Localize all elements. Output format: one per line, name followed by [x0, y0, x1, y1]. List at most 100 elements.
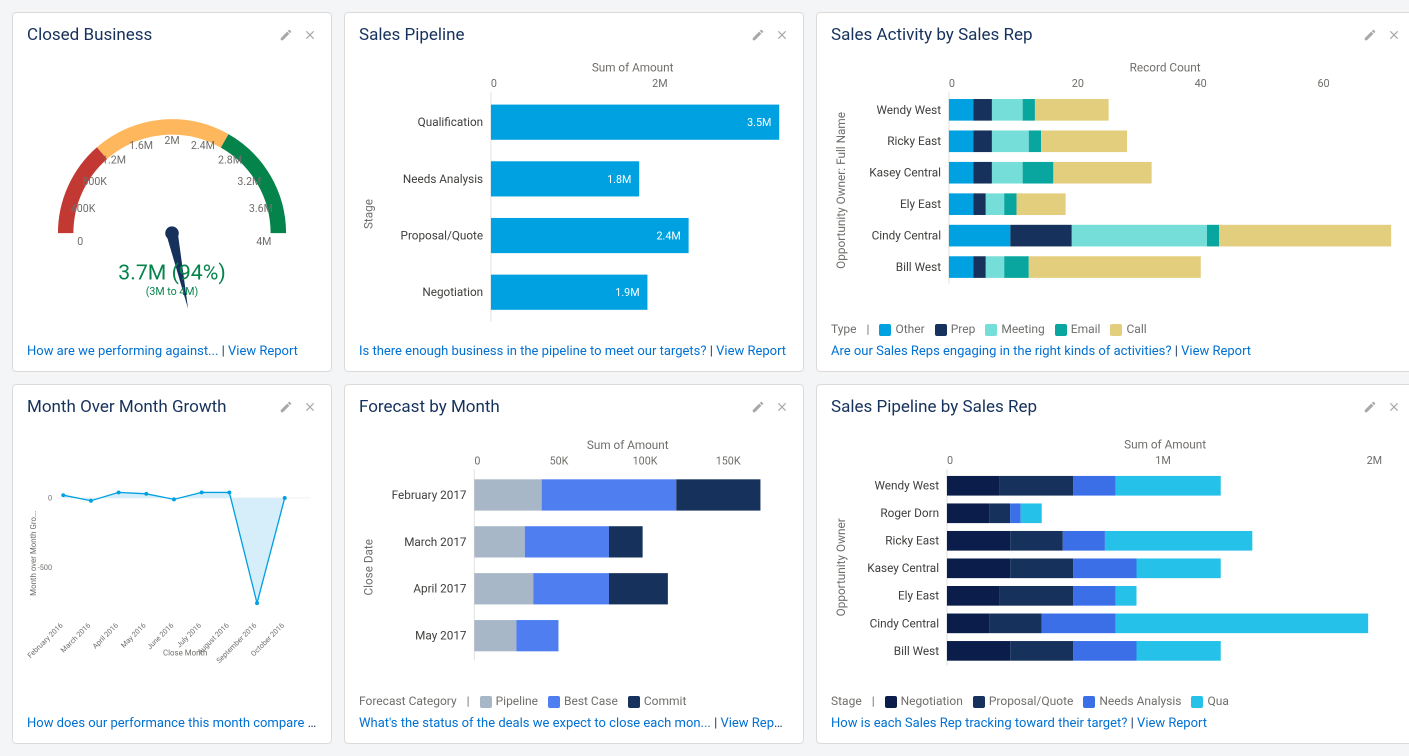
card-title: Closed Business — [27, 25, 152, 45]
svg-text:Sum of Amount: Sum of Amount — [1124, 437, 1206, 451]
svg-text:Ely East: Ely East — [900, 197, 941, 211]
svg-text:April 2016: April 2016 — [90, 621, 120, 651]
svg-text:(3M to 4M): (3M to 4M) — [146, 285, 199, 298]
stacked-bar-chart: Sum of Amount 0 1M 2M Opportunity Owner … — [831, 425, 1401, 690]
svg-text:60: 60 — [1317, 77, 1329, 90]
svg-text:June 2016: June 2016 — [145, 621, 175, 651]
line-chart: Month over Month Gro... 0 -500 February … — [27, 425, 317, 708]
svg-text:400K: 400K — [71, 202, 96, 215]
close-icon[interactable] — [1387, 28, 1401, 42]
legend-title: Stage — [831, 694, 862, 708]
view-report-link[interactable]: View Report — [1137, 716, 1207, 731]
svg-text:Sum of Amount: Sum of Amount — [587, 438, 669, 452]
svg-text:2M: 2M — [164, 134, 179, 147]
view-report-link[interactable]: View Report — [1181, 344, 1251, 359]
svg-text:Ricky East: Ricky East — [887, 134, 941, 148]
card-forecast: Forecast by Month Sum of Amount 0 50K 10… — [344, 384, 804, 744]
svg-text:Stage: Stage — [362, 199, 376, 229]
svg-text:May 2016: May 2016 — [119, 621, 148, 650]
svg-text:2.4M: 2.4M — [191, 139, 215, 152]
svg-text:February 2016: February 2016 — [27, 621, 65, 660]
close-icon[interactable] — [303, 400, 317, 414]
svg-text:Kasey Central: Kasey Central — [869, 166, 941, 180]
card-sales-pipeline: Sales Pipeline Sum of Amount 0 2M Stage … — [344, 12, 804, 372]
bar-chart: Sum of Amount 0 2M Stage Qualification3.… — [359, 53, 789, 336]
svg-text:800K: 800K — [82, 175, 107, 188]
svg-text:-500: -500 — [38, 563, 52, 572]
stacked-bar-chart: Record Count 0 20 40 60 Opportunity Owne… — [831, 53, 1401, 318]
edit-icon[interactable] — [751, 28, 765, 42]
legend-title: Forecast Category — [359, 694, 457, 708]
svg-text:1M: 1M — [1155, 454, 1171, 467]
svg-text:100K: 100K — [633, 455, 658, 468]
svg-text:1.8M: 1.8M — [607, 173, 631, 186]
footer-question-link[interactable]: Is there enough business in the pipeline… — [359, 344, 707, 359]
footer-question-link[interactable]: How is each Sales Rep tracking toward th… — [831, 716, 1127, 731]
svg-text:3.7M (94%): 3.7M (94%) — [118, 261, 225, 286]
close-icon[interactable] — [1387, 400, 1401, 414]
svg-text:Roger Dorn: Roger Dorn — [880, 506, 939, 520]
svg-text:Close Date: Close Date — [362, 539, 376, 595]
svg-text:March 2016: March 2016 — [59, 621, 93, 655]
svg-text:July 2016: July 2016 — [175, 621, 203, 649]
edit-icon[interactable] — [751, 400, 765, 414]
footer-question-link[interactable]: How does our performance this month comp… — [27, 716, 317, 731]
view-report-link[interactable]: View Report — [720, 716, 789, 731]
footer-question-link[interactable]: What's the status of the deals we expect… — [359, 716, 711, 731]
svg-text:Bill West: Bill West — [896, 260, 941, 274]
close-icon[interactable] — [775, 400, 789, 414]
svg-text:0: 0 — [947, 454, 953, 467]
svg-text:Cindy Central: Cindy Central — [872, 229, 942, 243]
card-sales-activity: Sales Activity by Sales Rep Record Count… — [816, 12, 1409, 372]
svg-text:1.9M: 1.9M — [615, 286, 639, 299]
svg-text:Negotiation: Negotiation — [422, 285, 483, 299]
svg-text:3.5M: 3.5M — [747, 116, 771, 129]
svg-text:0: 0 — [491, 77, 497, 90]
footer-question-link[interactable]: How are we performing against... — [27, 344, 218, 359]
edit-icon[interactable] — [279, 28, 293, 42]
svg-text:20: 20 — [1072, 77, 1084, 90]
svg-text:Bill West: Bill West — [894, 644, 939, 658]
svg-text:1.2M: 1.2M — [102, 154, 126, 167]
svg-text:3.2M: 3.2M — [237, 175, 261, 188]
legend: Type | Other Prep Meeting Email Call — [831, 322, 1401, 336]
svg-text:0: 0 — [77, 235, 83, 248]
edit-icon[interactable] — [1363, 28, 1377, 42]
svg-text:2.4M: 2.4M — [656, 229, 680, 242]
svg-text:2M: 2M — [652, 77, 667, 90]
edit-icon[interactable] — [279, 400, 293, 414]
svg-text:Qualification: Qualification — [418, 115, 483, 129]
svg-text:Needs Analysis: Needs Analysis — [403, 172, 483, 186]
svg-text:150K: 150K — [716, 455, 741, 468]
legend-title: Type — [831, 322, 857, 336]
legend: Stage | Negotiation Proposal/Quote Needs… — [831, 694, 1401, 708]
footer-question-link[interactable]: Are our Sales Reps engaging in the right… — [831, 344, 1171, 359]
svg-text:Cindy Central: Cindy Central — [870, 616, 940, 630]
view-report-link[interactable]: View Report — [228, 344, 298, 359]
card-title: Month Over Month Growth — [27, 397, 227, 417]
svg-text:Month over Month Gro...: Month over Month Gro... — [29, 511, 38, 596]
svg-text:Kasey Central: Kasey Central — [867, 561, 939, 575]
view-report-link[interactable]: View Report — [716, 344, 786, 359]
svg-text:May 2017: May 2017 — [415, 629, 467, 643]
svg-text:Proposal/Quote: Proposal/Quote — [401, 228, 484, 242]
svg-text:Record Count: Record Count — [1130, 61, 1201, 75]
svg-text:Opportunity Owner: Opportunity Owner — [834, 518, 848, 616]
svg-text:3.6M: 3.6M — [249, 202, 273, 215]
card-title: Forecast by Month — [359, 397, 500, 417]
svg-text:Close Month: Close Month — [163, 648, 207, 657]
svg-text:April 2017: April 2017 — [413, 582, 467, 596]
card-closed-business: Closed Business 0 400K 800K 1.2M 1.6M — [12, 12, 332, 372]
svg-text:0: 0 — [949, 77, 955, 90]
svg-text:2M: 2M — [1367, 454, 1383, 467]
card-title: Sales Pipeline — [359, 25, 465, 45]
close-icon[interactable] — [303, 28, 317, 42]
svg-text:1.6M: 1.6M — [129, 139, 153, 152]
svg-text:February 2017: February 2017 — [392, 488, 467, 502]
svg-text:0: 0 — [474, 455, 480, 468]
svg-text:4M: 4M — [256, 235, 271, 248]
edit-icon[interactable] — [1363, 400, 1377, 414]
card-title: Sales Activity by Sales Rep — [831, 25, 1033, 45]
stacked-bar-chart: Sum of Amount 0 50K 100K 150K Close Date… — [359, 425, 789, 690]
close-icon[interactable] — [775, 28, 789, 42]
